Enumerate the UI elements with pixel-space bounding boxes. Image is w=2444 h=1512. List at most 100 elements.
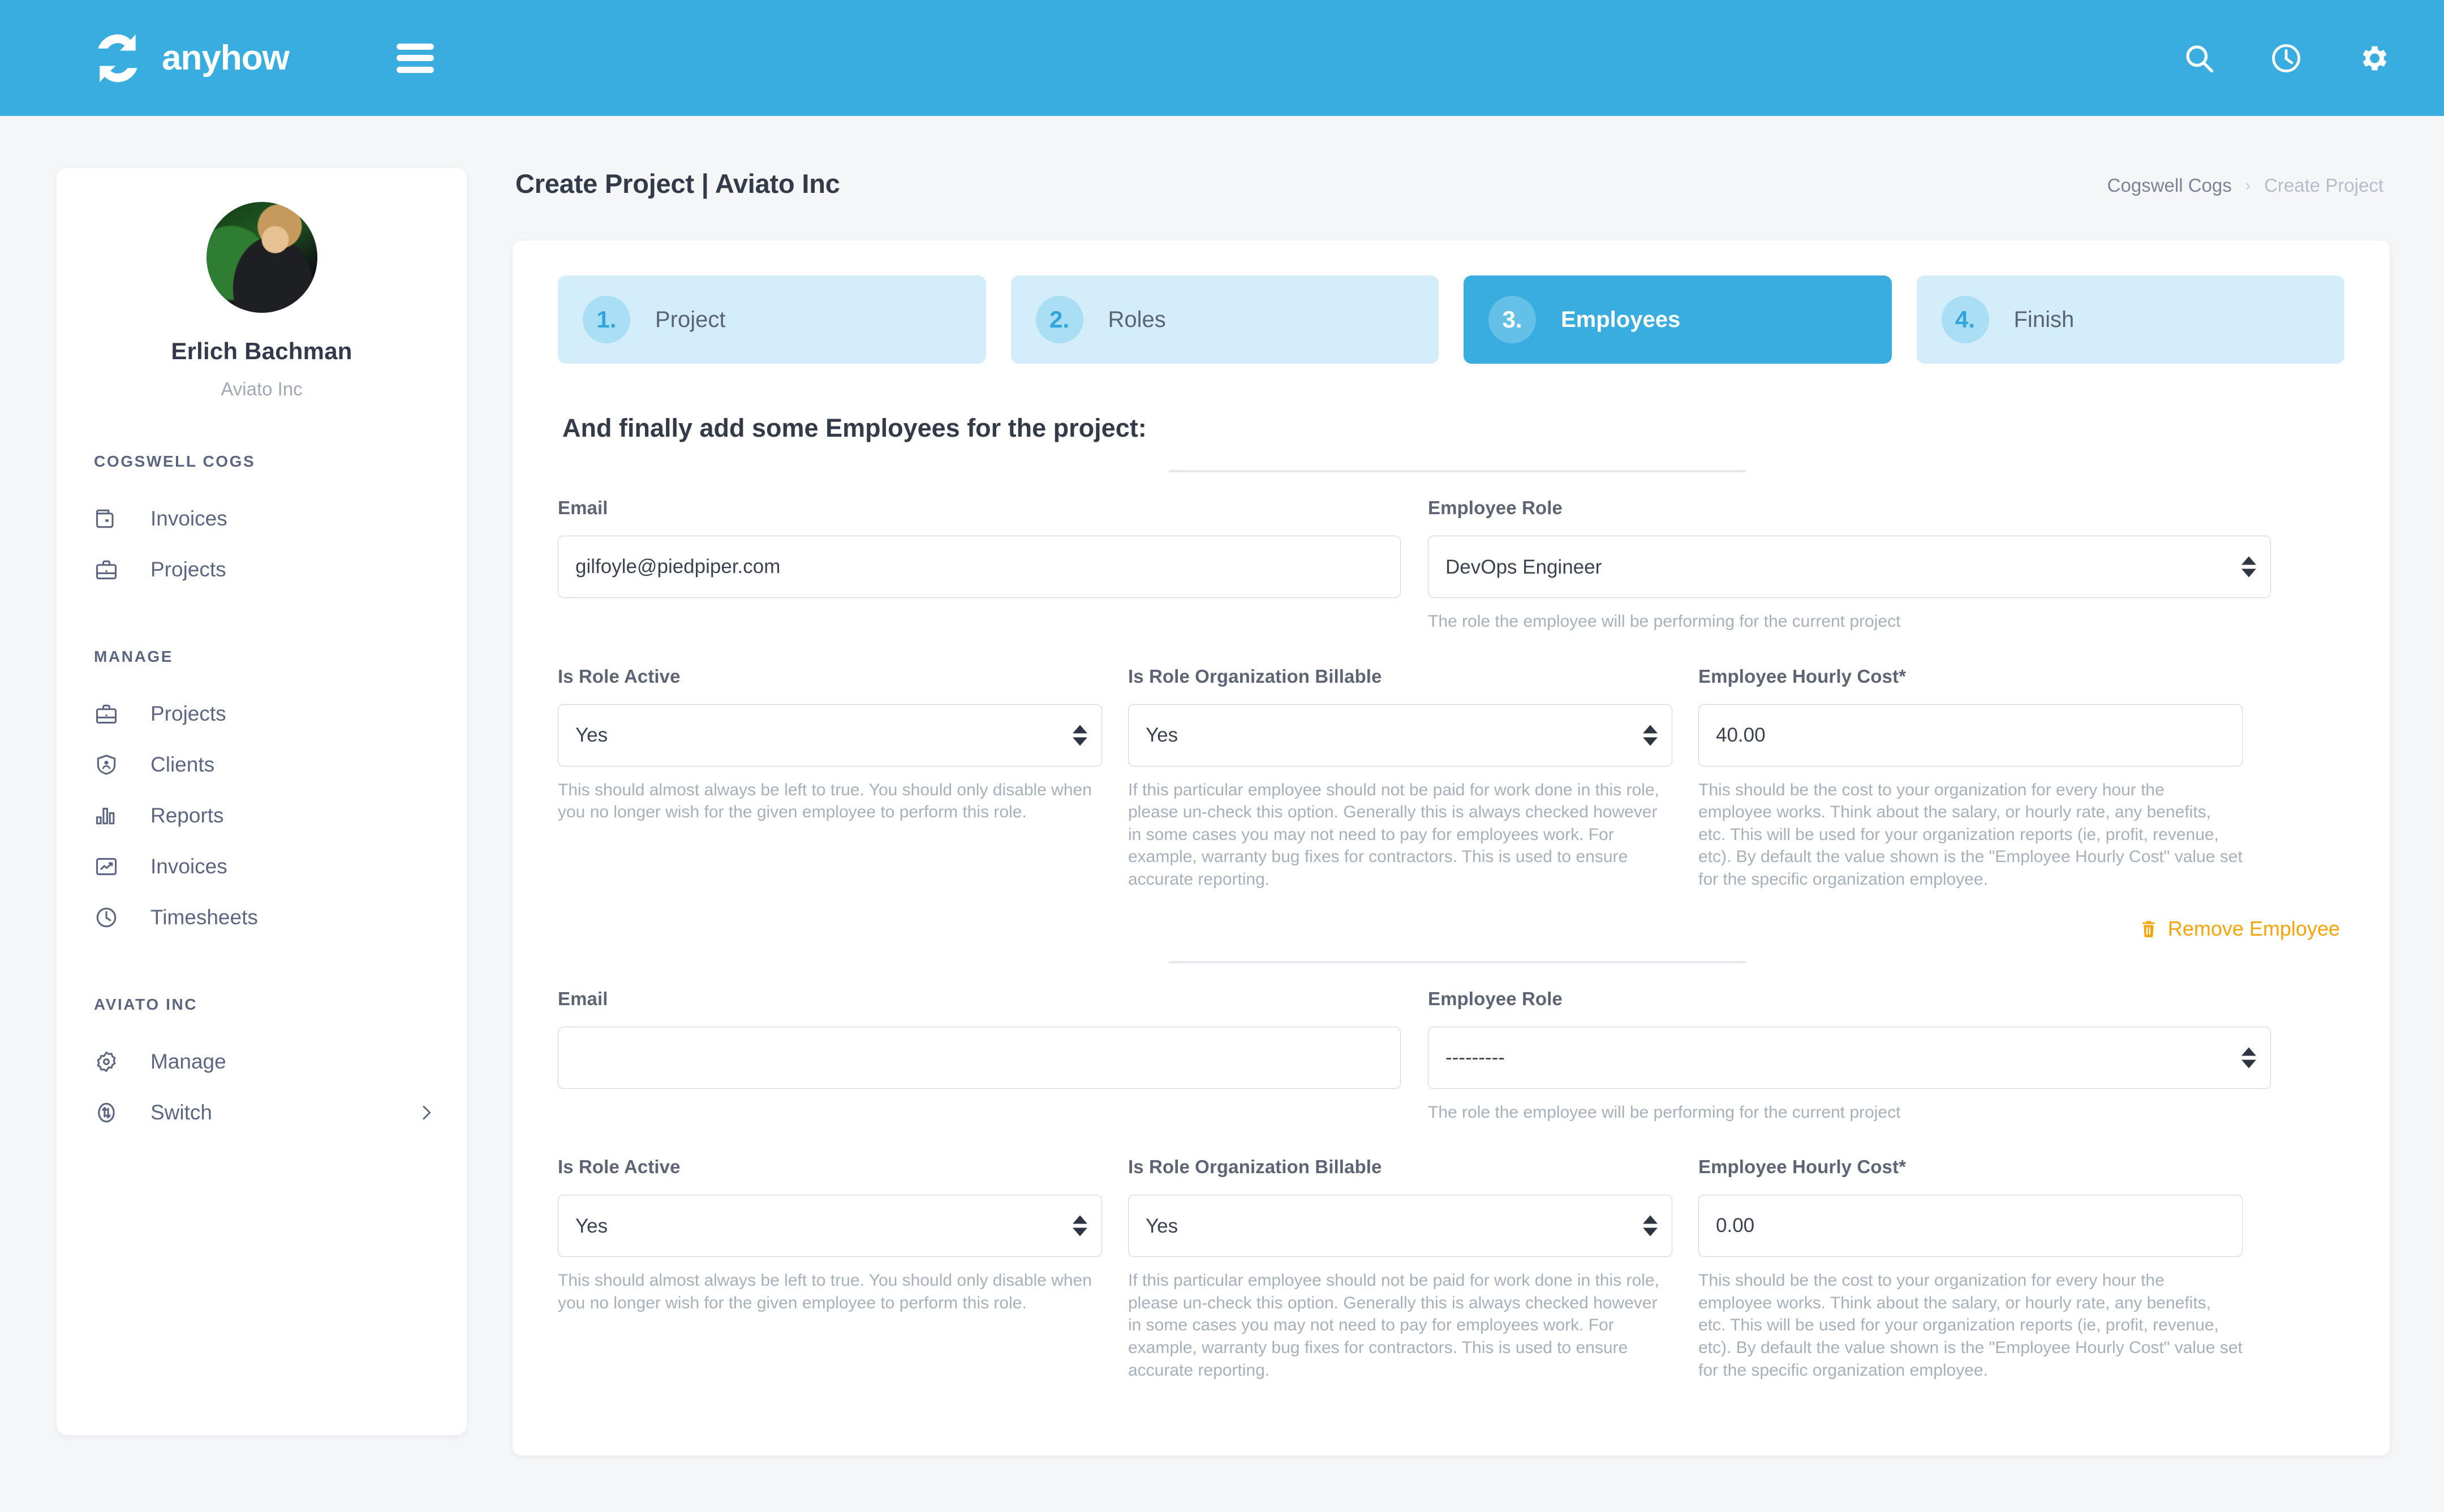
is-role-org-billable-label: Is Role Organization Billable [1128, 1156, 1382, 1178]
search-icon[interactable] [2182, 41, 2216, 75]
step-number: 1. [583, 296, 630, 343]
sidebar: Erlich Bachman Aviato Inc COGSWELL COGS … [57, 168, 467, 1435]
remove-employee-row: Remove Employee [558, 917, 2344, 941]
sidebar-section-title-manage: MANAGE [94, 648, 174, 665]
profile-name: Erlich Bachman [171, 338, 352, 364]
sidebar-profile: Erlich Bachman Aviato Inc [57, 202, 467, 400]
brand-logo[interactable]: anyhow [91, 31, 332, 85]
employee-hourly-cost-label: Employee Hourly Cost* [1698, 665, 1907, 687]
anyhow-logo-icon [98, 34, 137, 82]
is-role-org-billable-select[interactable]: Yes [1128, 1195, 1672, 1257]
employee-hourly-cost-input[interactable] [1698, 704, 2243, 766]
employee-role-field-group: Employee Role DevOps Engineer The role t… [1428, 497, 2271, 633]
employee-row-options: Is Role Active Yes This should almost al… [558, 666, 2344, 891]
employee-hourly-cost-input[interactable] [1698, 1195, 2243, 1257]
bar-chart-icon [94, 803, 123, 828]
step-number: 2. [1035, 296, 1083, 343]
hamburger-bar [397, 43, 434, 50]
is-role-active-help: This should almost always be left to tru… [558, 780, 1092, 822]
hamburger-icon[interactable] [397, 43, 434, 73]
breadcrumb-item-parent[interactable]: Cogswell Cogs [2107, 175, 2232, 196]
shield-person-icon [94, 752, 123, 777]
sidebar-item-switch[interactable]: Switch [57, 1087, 467, 1138]
is-role-org-billable-help: If this particular employee should not b… [1128, 1271, 1659, 1380]
is-role-org-billable-group: Is Role Organization Billable Yes If thi… [1128, 666, 1672, 891]
sidebar-item-invoices-manage[interactable]: Invoices [57, 841, 467, 892]
profile-organization: Aviato Inc [221, 378, 303, 399]
section-divider [1169, 960, 1746, 963]
is-role-org-billable-group: Is Role Organization Billable Yes If thi… [1128, 1156, 1672, 1381]
briefcase-icon [94, 557, 123, 582]
is-role-active-label: Is Role Active [558, 1156, 681, 1178]
is-role-active-select[interactable]: Yes [558, 704, 1102, 766]
section-divider [1169, 470, 1746, 472]
is-role-active-group: Is Role Active Yes This should almost al… [558, 1156, 1102, 1381]
clock-icon[interactable] [2269, 41, 2303, 75]
topbar-actions [2182, 41, 2390, 75]
anyhow-wordmark: anyhow [162, 38, 291, 77]
page-title: Create Project | Aviato Inc [515, 169, 840, 199]
employee-block-2: Email Employee Role --------- The role t… [558, 988, 2344, 1382]
step-label: Employees [1561, 307, 1681, 332]
tab-step-employees[interactable]: 3. Employees [1464, 275, 1892, 364]
email-label: Email [558, 497, 608, 518]
email-field-group: Email [558, 497, 1401, 633]
employee-role-select[interactable]: --------- [1428, 1026, 2271, 1089]
main-content: Create Project | Aviato Inc Cogswell Cog… [467, 168, 2390, 1456]
is-role-org-billable-select[interactable]: Yes [1128, 704, 1672, 766]
step-label: Finish [2013, 307, 2075, 332]
email-input[interactable] [558, 536, 1401, 598]
email-input[interactable] [558, 1026, 1401, 1089]
employee-role-field-group: Employee Role --------- The role the emp… [1428, 988, 2271, 1124]
employee-role-select[interactable]: DevOps Engineer [1428, 536, 2271, 598]
sidebar-section-title-aviato: AVIATO INC [94, 996, 198, 1013]
employee-hourly-cost-help: This should be the cost to your organiza… [1698, 1271, 2243, 1380]
is-role-active-label: Is Role Active [558, 665, 681, 687]
employee-hourly-cost-group: Employee Hourly Cost* This should be the… [1698, 666, 2243, 891]
step-number: 3. [1488, 296, 1536, 343]
tab-step-finish[interactable]: 4. Finish [1916, 275, 2344, 364]
sidebar-item-label: Timesheets [150, 906, 258, 929]
employee-role-label: Employee Role [1428, 497, 1563, 518]
sidebar-section-title-cogswell: COGSWELL COGS [94, 453, 256, 470]
employee-row-options: Is Role Active Yes This should almost al… [558, 1156, 2344, 1381]
sidebar-item-label: Projects [150, 558, 226, 581]
briefcase-icon [94, 701, 123, 726]
sidebar-item-label: Invoices [150, 855, 227, 878]
sidebar-item-label: Projects [150, 702, 226, 725]
settings-gear-icon [94, 1049, 123, 1074]
tab-step-project[interactable]: 1. Project [558, 275, 986, 364]
employee-row-identity: Email Employee Role --------- The role t… [558, 988, 2344, 1124]
sidebar-item-reports[interactable]: Reports [57, 790, 467, 841]
breadcrumb-separator: › [2245, 176, 2251, 194]
sidebar-item-manage[interactable]: Manage [57, 1036, 467, 1087]
step-label: Project [655, 307, 726, 332]
wizard-steps: 1. Project 2. Roles 3. Employees 4. Fini… [558, 275, 2344, 364]
clock-icon [94, 905, 123, 930]
sidebar-item-label: Reports [150, 804, 224, 827]
sidebar-item-clients[interactable]: Clients [57, 739, 467, 790]
svg-text:anyhow: anyhow [162, 38, 290, 77]
step-label: Roles [1108, 307, 1166, 332]
sidebar-item-invoices[interactable]: Invoices [57, 493, 467, 544]
remove-employee-button[interactable]: Remove Employee [2138, 917, 2340, 941]
is-role-active-select[interactable]: Yes [558, 1195, 1102, 1257]
top-navigation-bar: anyhow [0, 0, 2444, 116]
sidebar-item-label: Invoices [150, 507, 227, 530]
step-number: 4. [1941, 296, 1989, 343]
sidebar-item-timesheets[interactable]: Timesheets [57, 892, 467, 943]
sidebar-item-projects-cogswell[interactable]: Projects [57, 544, 467, 595]
gear-icon[interactable] [2356, 41, 2390, 75]
employee-row-identity: Email Employee Role DevOps Engineer The … [558, 497, 2344, 633]
sidebar-item-label: Switch [150, 1101, 212, 1124]
employee-hourly-cost-help: This should be the cost to your organiza… [1698, 780, 2243, 889]
is-role-org-billable-label: Is Role Organization Billable [1128, 665, 1382, 687]
hamburger-bar [397, 55, 434, 61]
swap-vertical-icon [94, 1100, 123, 1125]
sidebar-item-projects-manage[interactable]: Projects [57, 688, 467, 739]
tab-step-roles[interactable]: 2. Roles [1010, 275, 1439, 364]
remove-employee-label: Remove Employee [2167, 916, 2340, 940]
app-shell: Erlich Bachman Aviato Inc COGSWELL COGS … [0, 116, 2444, 1456]
avatar[interactable] [206, 202, 317, 313]
employee-hourly-cost-group: Employee Hourly Cost* This should be the… [1698, 1156, 2243, 1381]
